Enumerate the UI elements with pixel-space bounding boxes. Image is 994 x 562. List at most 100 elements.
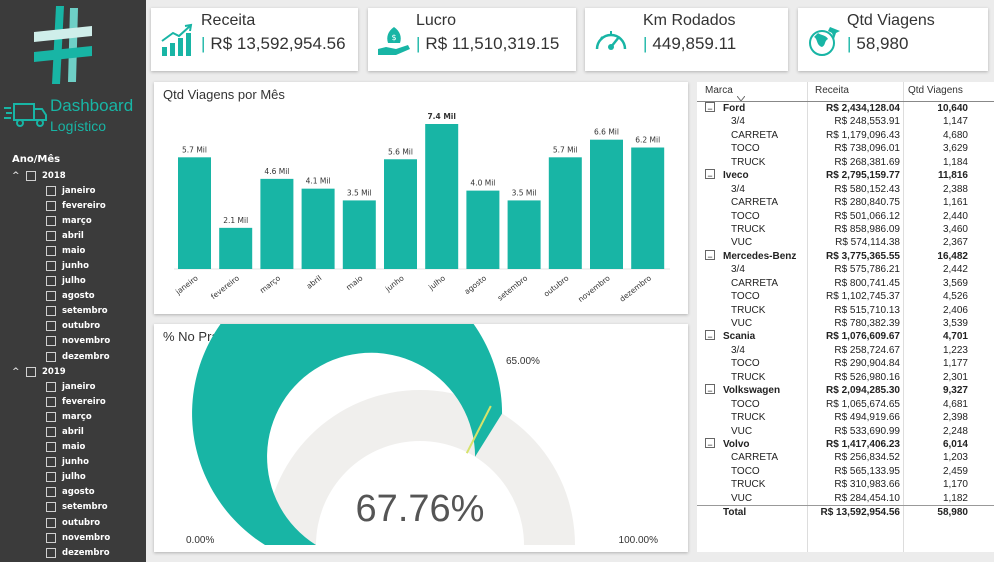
month-checkbox[interactable]	[46, 381, 56, 392]
collapse-minus-icon[interactable]: −	[705, 169, 715, 181]
bar-setembro[interactable]	[507, 200, 541, 269]
header-marca[interactable]: Marca	[705, 85, 733, 96]
month-checkbox[interactable]	[46, 426, 56, 437]
year-checkbox[interactable]	[26, 366, 36, 377]
table-row: TRUCK R$ 268,381.69 1,184	[697, 156, 994, 169]
year-filter-2018[interactable]: ^ 2018	[0, 168, 146, 183]
table-row: CARRETA R$ 1,179,096.43 4,680	[697, 129, 994, 142]
month-filter-item[interactable]: novembro	[0, 530, 146, 545]
month-filter-item[interactable]: junho	[0, 455, 146, 470]
month-filter-item[interactable]: março	[0, 409, 146, 424]
month-checkbox[interactable]	[46, 442, 56, 453]
month-filter-item[interactable]: janeiro	[0, 183, 146, 198]
month-checkbox[interactable]	[46, 517, 56, 528]
month-filter-item[interactable]: maio	[0, 440, 146, 455]
month-filter-item[interactable]: maio	[0, 243, 146, 258]
bar-fevereiro[interactable]	[219, 227, 253, 269]
month-filter-item[interactable]: julho	[0, 470, 146, 485]
bar-agosto[interactable]	[466, 190, 500, 269]
cell-c3: 1,170	[942, 479, 968, 491]
month-checkbox[interactable]	[46, 396, 56, 407]
month-checkbox[interactable]	[46, 245, 56, 256]
month-filter-item[interactable]: julho	[0, 274, 146, 289]
month-filter-item[interactable]: outubro	[0, 319, 146, 334]
dashboard-title: Dashboard	[50, 96, 134, 115]
month-filter-item[interactable]: setembro	[0, 304, 146, 319]
month-filter-item[interactable]: março	[0, 213, 146, 228]
month-checkbox[interactable]	[46, 230, 56, 241]
table-row: CARRETA R$ 800,741.45 3,569	[697, 277, 994, 290]
month-filter-item[interactable]: janeiro	[0, 379, 146, 394]
month-filter-item[interactable]: abril	[0, 424, 146, 439]
collapse-minus-icon[interactable]: −	[705, 330, 715, 342]
cell-c1: TRUCK	[731, 479, 766, 491]
kpi-card-viagens: Qtd Viagens | 58,980	[798, 8, 988, 71]
month-checkbox[interactable]	[46, 261, 56, 272]
bar-março[interactable]	[260, 178, 294, 269]
collapse-chevron-icon[interactable]: ^	[12, 367, 26, 377]
month-label: agosto	[62, 291, 95, 302]
month-checkbox[interactable]	[46, 336, 56, 347]
cell-c2: R$ 2,094,285.30	[826, 385, 900, 397]
header-receita[interactable]: Receita	[815, 85, 849, 96]
month-checkbox[interactable]	[46, 502, 56, 513]
month-checkbox[interactable]	[46, 215, 56, 226]
month-filter-item[interactable]: agosto	[0, 485, 146, 500]
month-checkbox[interactable]	[46, 321, 56, 332]
month-filter-item[interactable]: fevereiro	[0, 394, 146, 409]
bar-abril[interactable]	[301, 188, 335, 269]
month-filter-item[interactable]: agosto	[0, 289, 146, 304]
bar-outubro[interactable]	[548, 157, 582, 269]
cell-c2: R$ 1,065,674.65	[826, 398, 900, 410]
month-checkbox[interactable]	[46, 472, 56, 483]
bar-novembro[interactable]	[590, 139, 623, 269]
collapse-minus-icon[interactable]: −	[705, 102, 715, 114]
table-row: TRUCK R$ 310,983.66 1,170	[697, 478, 994, 491]
bar-junho[interactable]	[384, 159, 417, 269]
collapse-minus-icon[interactable]: −	[705, 437, 715, 450]
month-filter-item[interactable]: outubro	[0, 515, 146, 530]
cell-c2: R$ 268,381.69	[834, 156, 900, 168]
x-tick-label: novembro	[576, 273, 612, 304]
month-filter-item[interactable]: dezembro	[0, 349, 146, 364]
month-checkbox[interactable]	[46, 457, 56, 468]
month-checkbox[interactable]	[46, 200, 56, 211]
table-row: TOCO R$ 565,133.95 2,459	[697, 465, 994, 478]
month-checkbox[interactable]	[46, 185, 56, 196]
collapse-chevron-icon[interactable]: ^	[12, 171, 26, 181]
cell-c3: 2,440	[942, 210, 968, 222]
bar-maio[interactable]	[342, 200, 376, 269]
cell-c2: R$ 526,980.16	[834, 371, 900, 383]
year-checkbox[interactable]	[26, 170, 36, 181]
cell-c2: R$ 780,382.39	[834, 318, 900, 329]
month-filter-item[interactable]: abril	[0, 228, 146, 243]
month-checkbox[interactable]	[46, 532, 56, 543]
month-filter-item[interactable]: novembro	[0, 334, 146, 349]
collapse-minus-icon[interactable]: −	[705, 249, 715, 262]
year-filter-2019[interactable]: ^ 2019	[0, 364, 146, 379]
month-checkbox[interactable]	[46, 487, 56, 498]
collapse-minus-icon[interactable]: −	[705, 384, 715, 396]
month-filter-item[interactable]: fevereiro	[0, 198, 146, 213]
month-checkbox[interactable]	[46, 411, 56, 422]
cell-c2: R$ 284,454.10	[834, 492, 900, 504]
table-body: − Ford R$ 2,434,128.04 10,640 3/4 R$ 248,553.…	[697, 102, 994, 519]
month-checkbox[interactable]	[46, 547, 56, 558]
cell-c2: R$ 3,775,365.55	[826, 250, 900, 262]
x-tick-label: março	[258, 273, 282, 295]
month-checkbox[interactable]	[46, 276, 56, 287]
month-filter-item[interactable]: dezembro	[0, 545, 146, 560]
month-checkbox[interactable]	[46, 291, 56, 302]
bar-janeiro[interactable]	[178, 157, 211, 269]
header-qtd[interactable]: Qtd Viagens	[908, 85, 963, 96]
bar-julho[interactable]	[425, 124, 459, 269]
cell-c3: 1,184	[942, 156, 968, 168]
month-checkbox[interactable]	[46, 306, 56, 317]
month-filter-item[interactable]: junho	[0, 258, 146, 273]
gauge-value-label: 67.76%	[356, 488, 485, 530]
month-filter-item[interactable]: setembro	[0, 500, 146, 515]
cell-c3: 4,681	[942, 398, 968, 410]
month-checkbox[interactable]	[46, 351, 56, 362]
bar-dezembro[interactable]	[631, 147, 665, 269]
month-label: fevereiro	[62, 396, 106, 407]
